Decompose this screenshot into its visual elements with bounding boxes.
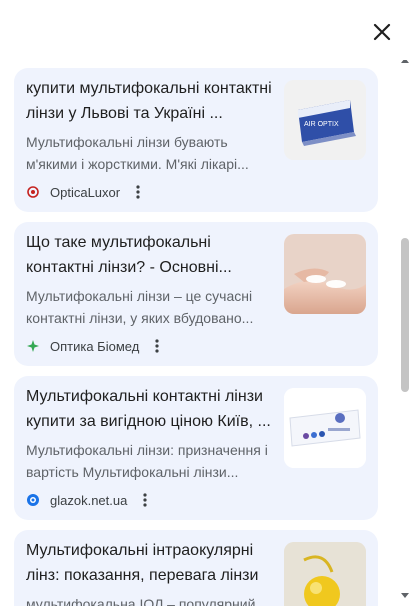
results-panel: купити мультифокальні контактні лінзи у … xyxy=(0,0,418,606)
result-thumbnail[interactable]: AIR OPTIX xyxy=(284,80,366,160)
more-vert-icon xyxy=(136,185,140,199)
result-description: Мультифокальні лінзи: призначення і варт… xyxy=(26,442,268,480)
result-description: Мультифокальні лінзи бувають м'якими і ж… xyxy=(26,134,249,172)
source-name: Оптика Біомед xyxy=(50,338,140,354)
intraocular-lens-image-icon xyxy=(284,542,366,606)
result-card[interactable]: Мультифокальні інтраокулярні лінз: показ… xyxy=(14,530,378,606)
more-options-button[interactable] xyxy=(137,490,153,510)
opticaluxor-favicon-icon xyxy=(26,185,40,199)
panel-header xyxy=(0,0,418,60)
source-name: OpticaLuxor xyxy=(50,184,121,200)
biomed-favicon-icon xyxy=(26,339,40,353)
result-description: Мультифокальні лінзи – це сучасні контак… xyxy=(26,288,254,326)
result-title[interactable]: Що таке мультифокальні контактні лінзи? … xyxy=(26,230,278,280)
result-card[interactable]: Мультифокальні контактні лінзи купити за… xyxy=(14,376,378,520)
result-source: glazok.net.ua xyxy=(26,490,153,510)
close-icon xyxy=(373,23,391,41)
result-description: мультифокальна ІОЛ – популярний xyxy=(26,596,256,606)
result-title[interactable]: Мультифокальні контактні лінзи купити за… xyxy=(26,384,278,434)
more-options-button[interactable] xyxy=(130,182,146,202)
result-thumbnail[interactable] xyxy=(284,388,366,468)
glazok-favicon-icon xyxy=(26,493,40,507)
more-options-button[interactable] xyxy=(149,336,165,356)
result-thumbnail[interactable] xyxy=(284,234,366,314)
lens-box-image-icon: AIR OPTIX xyxy=(284,80,366,160)
result-thumbnail[interactable] xyxy=(284,542,366,606)
scroll-down-button[interactable] xyxy=(401,592,409,600)
result-source: OpticaLuxor xyxy=(26,182,146,202)
close-button[interactable] xyxy=(366,16,398,48)
contact-lenses-image-icon xyxy=(284,234,366,314)
more-vert-icon xyxy=(155,339,159,353)
source-name: glazok.net.ua xyxy=(50,492,128,508)
result-card[interactable]: Що таке мультифокальні контактні лінзи? … xyxy=(14,222,378,366)
scroll-down-arrow-icon xyxy=(401,593,409,598)
result-title[interactable]: купити мультифокальні контактні лінзи у … xyxy=(26,76,278,126)
result-title[interactable]: Мультифокальні інтраокулярні лінз: показ… xyxy=(26,538,278,588)
result-card[interactable]: купити мультифокальні контактні лінзи у … xyxy=(14,68,378,212)
scrollbar-thumb[interactable] xyxy=(401,238,409,392)
more-vert-icon xyxy=(143,493,147,507)
result-source: Оптика Біомед xyxy=(26,336,165,356)
svg-text:AIR OPTIX: AIR OPTIX xyxy=(304,121,339,128)
lens-box-image-icon xyxy=(284,388,366,468)
